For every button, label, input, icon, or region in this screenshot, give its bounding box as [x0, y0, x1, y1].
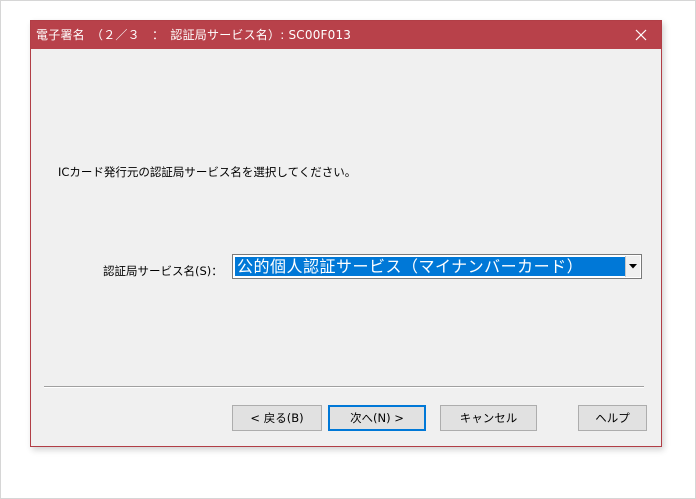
separator-line: [44, 386, 644, 388]
next-button[interactable]: 次へ(N) >: [328, 405, 426, 431]
close-button[interactable]: [621, 21, 661, 49]
title-bar[interactable]: 電子署名 （２／３ ： 認証局サービス名）: SC00F013: [31, 21, 661, 49]
service-name-select[interactable]: 公的個人認証サービス（マイナンバーカード）: [232, 254, 642, 279]
instruction-text: ICカード発行元の認証局サービス名を選択してください。: [58, 165, 357, 179]
back-button[interactable]: < 戻る(B): [232, 405, 322, 431]
close-icon: [635, 29, 647, 41]
signature-dialog: 電子署名 （２／３ ： 認証局サービス名）: SC00F013 ICカード発行元…: [30, 20, 662, 447]
help-button[interactable]: ヘルプ: [578, 405, 647, 431]
window-title: 電子署名 （２／３ ： 認証局サービス名）: SC00F013: [36, 28, 352, 42]
dialog-body: ICカード発行元の認証局サービス名を選択してください。 認証局サービス名(S)：…: [31, 49, 661, 446]
service-name-selected-value: 公的個人認証サービス（マイナンバーカード）: [235, 257, 626, 276]
cancel-button[interactable]: キャンセル: [440, 405, 537, 431]
service-name-label: 認証局サービス名(S)：: [103, 264, 223, 278]
chevron-down-icon: [629, 264, 637, 269]
dropdown-button[interactable]: [625, 256, 640, 277]
